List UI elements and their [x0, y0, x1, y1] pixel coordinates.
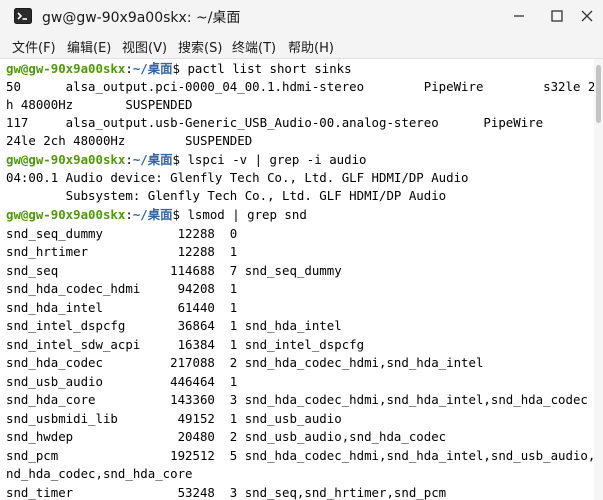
menu-help[interactable]: 帮助(H) [288, 37, 334, 56]
prompt-line: gw@gw-90x9a00skx:~/桌面$ lsmod | grep snd [6, 207, 307, 222]
module-row: snd_intel_dspcfg 36864 1 snd_hda_intel [6, 318, 342, 333]
prompt-line: gw@gw-90x9a00skx:~/桌面$ lspci -v | grep -… [6, 152, 367, 167]
terminal-output[interactable]: gw@gw-90x9a00skx:~/桌面$ pactl list short … [0, 59, 594, 500]
close-icon[interactable] [577, 6, 597, 26]
module-row: snd_hda_intel 61440 1 [6, 300, 238, 315]
menu-view[interactable]: 视图(V) [122, 37, 167, 56]
module-row: snd_timer 53248 3 snd_seq,snd_hrtimer,sn… [6, 485, 447, 500]
menu-bar: 文件(F) 编辑(E) 视图(V) 搜索(S) 终端(T) 帮助(H) [0, 32, 603, 59]
scrollbar[interactable] [594, 59, 603, 500]
module-row: snd_hwdep 20480 2 snd_usb_audio,snd_hda_… [6, 429, 447, 444]
module-row: snd_usbmidi_lib 49152 1 snd_usb_audio [6, 411, 342, 426]
maximize-icon[interactable] [547, 6, 567, 26]
output-line: 117 alsa_output.usb-Generic_USB_Audio-00… [6, 115, 594, 130]
terminal-icon [14, 8, 32, 24]
scrollbar-thumb[interactable] [596, 65, 601, 123]
menu-file[interactable]: 文件(F) [12, 37, 56, 56]
menu-search[interactable]: 搜索(S) [178, 37, 222, 56]
module-row: snd_intel_sdw_acpi 16384 1 snd_intel_dsp… [6, 337, 365, 352]
menu-edit[interactable]: 编辑(E) [67, 37, 111, 56]
output-line: h 48000Hz SUSPENDED [6, 97, 193, 112]
command-text: pactl list short sinks [187, 61, 352, 76]
module-row: snd_hrtimer 12288 1 [6, 244, 238, 259]
module-row: snd_hda_codec_hdmi 94208 1 [6, 281, 238, 296]
module-row: snd_seq_dummy 12288 0 [6, 226, 238, 241]
module-row: snd_hda_codec 217088 2 snd_hda_codec_hdm… [6, 355, 484, 370]
module-row: snd_seq 114688 7 snd_seq_dummy [6, 263, 342, 278]
module-row: snd_pcm 192512 5 snd_hda_codec_hdmi,snd_… [6, 448, 594, 463]
output-line: 50 alsa_output.pci-0000_04_00.1.hdmi-ste… [6, 79, 594, 94]
command-text: lsmod | grep snd [187, 207, 307, 222]
command-text: lspci -v | grep -i audio [187, 152, 367, 167]
module-row: nd_hda_codec,snd_hda_core [6, 466, 193, 481]
output-line: Subsystem: Glenfly Tech Co., Ltd. GLF HD… [6, 188, 447, 203]
module-row: snd_usb_audio 446464 1 [6, 374, 238, 389]
title-bar[interactable]: gw@gw-90x9a00skx: ~/桌面 [0, 0, 603, 32]
minimize-icon[interactable] [509, 6, 529, 26]
output-line: 04:00.1 Audio device: Glenfly Tech Co., … [6, 170, 469, 185]
window-title: gw@gw-90x9a00skx: ~/桌面 [42, 10, 241, 26]
prompt-line: gw@gw-90x9a00skx:~/桌面$ pactl list short … [6, 61, 352, 76]
output-line: 24le 2ch 48000Hz SUSPENDED [6, 133, 253, 148]
menu-terminal[interactable]: 终端(T) [232, 37, 276, 56]
module-row: snd_hda_core 143360 3 snd_hda_codec_hdmi… [6, 392, 588, 407]
terminal-window: gw@gw-90x9a00skx: ~/桌面 文件(F) 编辑(E) 视图(V)… [0, 0, 603, 500]
